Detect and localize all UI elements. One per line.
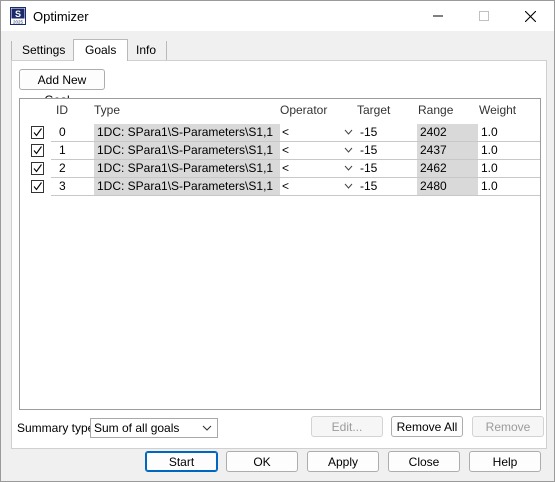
table-row[interactable]: 3 1DC: SPara1\S-Parameters\S1,1 < -15 2480 1.… [20, 178, 540, 196]
column-header-range: Range [418, 103, 454, 117]
column-header-type: Type [94, 103, 121, 117]
remove-all-button[interactable]: Remove All [391, 416, 463, 437]
checkmark-icon [33, 182, 42, 191]
app-icon-year: 2025 [13, 20, 24, 25]
table-row[interactable]: 2 1DC: SPara1\S-Parameters\S1,1 < -15 2462 1.… [20, 160, 540, 178]
close-button[interactable]: Close [388, 451, 460, 472]
chevron-down-icon [344, 129, 353, 135]
goal-operator-value: < [282, 125, 290, 139]
table-row[interactable]: 1 1DC: SPara1\S-Parameters\S1,1 < -15 2437 1.… [20, 142, 540, 160]
checkmark-icon [33, 146, 42, 155]
optimizer-window: S 2025 Optimizer Settings Goals Info Add… [0, 0, 555, 482]
goal-operator-value: < [282, 161, 290, 175]
edit-button[interactable]: Edit... [311, 416, 383, 437]
start-button[interactable]: Start [145, 451, 218, 472]
chevron-down-icon [202, 425, 212, 431]
column-header-target: Target [357, 103, 391, 117]
goals-table: ID Type Operator Target Range Weight 0 1D… [19, 98, 541, 410]
goal-type: 1DC: SPara1\S-Parameters\S1,1 [94, 160, 280, 177]
goal-type: 1DC: SPara1\S-Parameters\S1,1 [94, 142, 280, 159]
tab-settings[interactable]: Settings [11, 41, 75, 60]
goal-operator-value: < [282, 179, 290, 193]
goal-range[interactable]: 2462 [417, 160, 478, 177]
goal-target[interactable]: -15 [360, 160, 377, 177]
column-header-operator: Operator [280, 103, 328, 117]
summary-type-value: Sum of all goals [94, 421, 180, 435]
goal-weight[interactable]: 1.0 [481, 178, 498, 195]
row-divider [51, 195, 540, 196]
summary-type-label: Summary type: [17, 421, 98, 435]
goal-range[interactable]: 2402 [417, 124, 478, 141]
chevron-down-icon [344, 183, 353, 189]
close-window-button[interactable] [507, 1, 553, 31]
checkmark-icon [33, 164, 42, 173]
goal-enabled-checkbox[interactable] [31, 162, 44, 175]
goal-type: 1DC: SPara1\S-Parameters\S1,1 [94, 178, 280, 195]
app-icon: S 2025 [10, 7, 26, 25]
goal-enabled-checkbox[interactable] [31, 144, 44, 157]
goal-weight[interactable]: 1.0 [481, 142, 498, 159]
help-button[interactable]: Help [469, 451, 541, 472]
goal-range[interactable]: 2437 [417, 142, 478, 159]
goal-operator-value: < [282, 143, 290, 157]
goal-operator[interactable]: < [282, 178, 356, 195]
goal-weight[interactable]: 1.0 [481, 124, 498, 141]
goal-operator[interactable]: < [282, 160, 356, 177]
chevron-down-icon [344, 165, 353, 171]
minimize-icon [433, 15, 443, 17]
chevron-down-icon [344, 147, 353, 153]
column-header-weight: Weight [479, 103, 517, 117]
summary-type-select[interactable]: Sum of all goals [90, 418, 218, 438]
goal-operator[interactable]: < [282, 124, 356, 141]
goal-operator[interactable]: < [282, 142, 356, 159]
add-new-goal-button[interactable]: Add New Goal... [19, 69, 105, 107]
remove-button[interactable]: Remove [472, 416, 544, 437]
goal-id: 3 [59, 179, 66, 193]
goal-id: 2 [59, 161, 66, 175]
goal-type: 1DC: SPara1\S-Parameters\S1,1 [94, 124, 280, 141]
tab-info[interactable]: Info [126, 41, 168, 60]
maximize-button[interactable] [461, 1, 507, 31]
minimize-button[interactable] [415, 1, 461, 31]
goal-enabled-checkbox[interactable] [31, 126, 44, 139]
goals-panel: Add New Goal... ID Type Operator Target … [11, 60, 547, 449]
goal-target[interactable]: -15 [360, 124, 377, 141]
goal-target[interactable]: -15 [360, 142, 377, 159]
checkmark-icon [33, 128, 42, 137]
goal-target[interactable]: -15 [360, 178, 377, 195]
close-icon [524, 10, 536, 22]
apply-button[interactable]: Apply [307, 451, 379, 472]
window-title: Optimizer [33, 9, 89, 24]
goal-weight[interactable]: 1.0 [481, 160, 498, 177]
table-row[interactable]: 0 1DC: SPara1\S-Parameters\S1,1 < -15 2402 1.… [20, 124, 540, 142]
goal-enabled-checkbox[interactable] [31, 180, 44, 193]
title-bar: S 2025 Optimizer [1, 1, 554, 31]
goal-range[interactable]: 2480 [417, 178, 478, 195]
goal-id: 1 [59, 143, 66, 157]
app-icon-letter: S [15, 9, 21, 19]
goal-id: 0 [59, 125, 66, 139]
maximize-icon [479, 11, 489, 21]
ok-button[interactable]: OK [226, 451, 298, 472]
tab-goals[interactable]: Goals [73, 39, 129, 61]
column-header-id: ID [56, 103, 68, 117]
